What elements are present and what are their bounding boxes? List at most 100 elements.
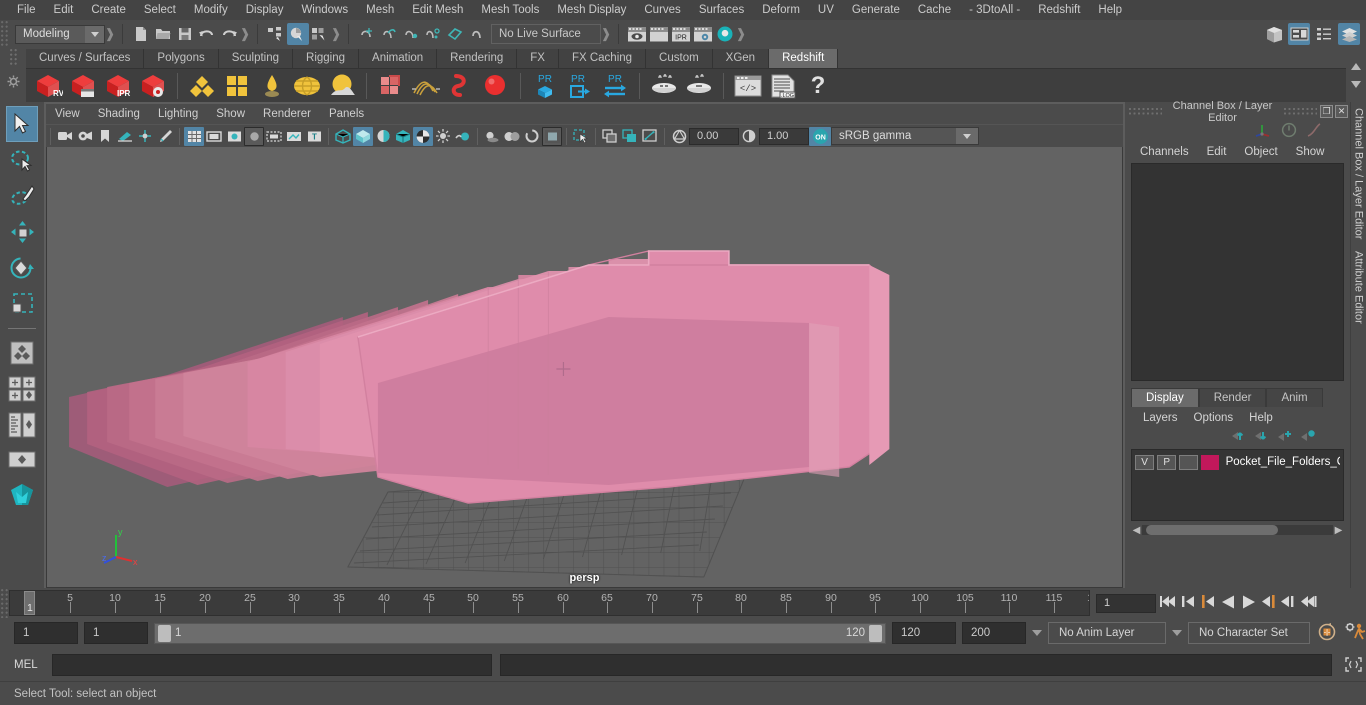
menu-item-generate[interactable]: Generate — [843, 0, 909, 20]
shelf-button-redshift-sphere[interactable] — [479, 70, 513, 102]
two-d-pan-zoom-icon[interactable] — [135, 127, 155, 146]
viewport-menu-panels[interactable]: Panels — [320, 104, 373, 124]
bookmark-icon[interactable] — [95, 127, 115, 146]
gate-mask-icon[interactable] — [244, 126, 264, 146]
menu-item-file[interactable]: File — [8, 0, 45, 20]
live-surface-field[interactable]: No Live Surface — [491, 24, 601, 44]
textured-mode-icon[interactable] — [413, 126, 433, 146]
layer-color-swatch[interactable] — [1201, 454, 1219, 470]
render-frame-icon[interactable] — [648, 23, 670, 45]
redo-icon[interactable] — [218, 23, 240, 45]
new-layer-from-selected-icon[interactable] — [1300, 429, 1316, 445]
gamma-field[interactable]: 1.00 — [759, 127, 809, 145]
layer-tab-anim[interactable]: Anim — [1266, 388, 1323, 407]
command-input-field[interactable] — [52, 653, 492, 676]
lasso-select-tool-button[interactable] — [6, 142, 38, 178]
menu-item-mesh-tools[interactable]: Mesh Tools — [472, 0, 548, 20]
shelf-options-gear-icon[interactable] — [7, 75, 20, 91]
viewport-menu-view[interactable]: View — [46, 104, 89, 124]
range-end-handle[interactable] — [869, 624, 882, 642]
snap-view-plane-icon[interactable] — [444, 23, 466, 45]
xray-icon[interactable] — [284, 127, 304, 146]
shelf-button-redshift-proxy-export[interactable]: PR — [528, 70, 562, 102]
perspective-viewport[interactable]: y x z persp — [46, 147, 1123, 588]
step-forward-key-icon[interactable] — [1260, 594, 1277, 612]
anim-layer-field[interactable]: No Anim Layer — [1048, 622, 1166, 644]
shelf-grip[interactable] — [8, 48, 18, 66]
chevron-down-icon[interactable] — [956, 128, 978, 144]
select-by-hierarchy-icon[interactable] — [265, 23, 287, 45]
four-view-layout-button[interactable] — [6, 371, 38, 407]
gamma-icon[interactable] — [739, 127, 759, 146]
scale-tool-button[interactable] — [6, 286, 38, 322]
channel-box-menu-channels[interactable]: Channels — [1131, 146, 1198, 158]
layer-visibility-toggle[interactable]: V — [1135, 454, 1155, 470]
render-view-icon[interactable] — [626, 23, 648, 45]
new-layer-icon[interactable] — [1277, 429, 1293, 445]
layer-name[interactable]: Pocket_File_Folders_O — [1226, 456, 1340, 468]
resolution-gate-icon[interactable] — [224, 127, 244, 146]
move-tool-button[interactable] — [6, 214, 38, 250]
auto-key-icon[interactable]: -|- — [1316, 622, 1338, 645]
menu-item-curves[interactable]: Curves — [635, 0, 689, 20]
snap-grid-icon[interactable] — [356, 23, 378, 45]
menu-item-select[interactable]: Select — [135, 0, 185, 20]
shelf-button-redshift-render-sequence[interactable] — [66, 70, 100, 102]
ambient-occlusion-icon[interactable] — [502, 127, 522, 146]
layer-list[interactable]: V P Pocket_File_Folders_O — [1131, 449, 1344, 521]
ipr-render-icon[interactable]: IPR — [670, 23, 692, 45]
menu-item-redshift[interactable]: Redshift — [1029, 0, 1089, 20]
time-slider-grip[interactable] — [0, 588, 9, 618]
shelf-tab-redshift[interactable]: Redshift — [769, 49, 839, 68]
channel-speed-icon[interactable] — [1281, 122, 1297, 141]
layer-shading-toggle[interactable] — [1179, 454, 1199, 470]
animation-end-field[interactable]: 200 — [962, 622, 1026, 644]
shelf-button-redshift-hair[interactable] — [409, 70, 443, 102]
shelf-button-redshift-script-editor[interactable]: </> — [731, 70, 765, 102]
range-start-field[interactable]: 1 — [84, 622, 148, 644]
shelf-scroll-down-icon[interactable] — [1351, 77, 1361, 91]
shelf-button-redshift-material-blender[interactable] — [220, 70, 254, 102]
channel-box-menu-object[interactable]: Object — [1235, 146, 1286, 158]
range-start-handle[interactable] — [158, 624, 171, 642]
xray-active-components-icon[interactable] — [620, 127, 640, 146]
shelf-button-redshift-sprite[interactable] — [325, 70, 359, 102]
section-collapse-icon-5[interactable]: ❱ — [736, 23, 747, 45]
step-back-frame-icon[interactable] — [1181, 594, 1197, 612]
undock-panel-button[interactable]: ❐ — [1320, 105, 1333, 118]
film-gate-mask-icon[interactable] — [264, 127, 284, 146]
channel-box-menu-edit[interactable]: Edit — [1198, 146, 1236, 158]
layer-tab-render[interactable]: Render — [1198, 388, 1267, 407]
channel-box-menu-show[interactable]: Show — [1287, 146, 1334, 158]
rotate-tool-button[interactable] — [6, 250, 38, 286]
channel-curve-icon[interactable] — [1306, 122, 1322, 141]
exposure-field[interactable]: 0.00 — [689, 127, 739, 145]
move-layer-down-icon[interactable] — [1254, 429, 1270, 445]
shelf-tab-polygons[interactable]: Polygons — [144, 49, 219, 68]
time-slider[interactable]: 1 5 10 15 20 25 30 35 40 45 50 55 60 65 … — [9, 590, 1090, 616]
section-collapse-icon-4[interactable]: ❱ — [601, 23, 612, 45]
current-frame-field[interactable]: 1 — [1096, 593, 1156, 613]
shelf-tab-custom[interactable]: Custom — [646, 49, 713, 68]
snap-point-icon[interactable] — [400, 23, 422, 45]
exposure-reset-icon[interactable] — [640, 127, 660, 146]
step-forward-frame-icon[interactable] — [1280, 594, 1296, 612]
menu-item-surfaces[interactable]: Surfaces — [690, 0, 753, 20]
color-management-toggle[interactable]: ON — [809, 126, 831, 146]
shelf-tab-fx-caching[interactable]: FX Caching — [558, 49, 647, 68]
play-forwards-icon[interactable] — [1240, 594, 1257, 613]
xray-joints-icon[interactable] — [600, 127, 620, 146]
snap-curve-icon[interactable] — [378, 23, 400, 45]
layer-row[interactable]: V P Pocket_File_Folders_O — [1132, 452, 1343, 472]
save-scene-icon[interactable] — [174, 23, 196, 45]
viewport-menu-show[interactable]: Show — [207, 104, 254, 124]
shelf-button-redshift-sub-surface[interactable] — [290, 70, 324, 102]
go-to-end-icon[interactable] — [1299, 594, 1318, 612]
menu-item-deform[interactable]: Deform — [753, 0, 809, 20]
wireframe-shading-icon[interactable] — [333, 127, 353, 146]
shelf-tab-sculpting[interactable]: Sculpting — [218, 49, 294, 68]
shelf-scroll-up-icon[interactable] — [1351, 59, 1361, 73]
shelf-button-redshift-proxy-import[interactable]: PR — [563, 70, 597, 102]
chevron-down-icon[interactable] — [85, 25, 104, 43]
shadows-icon[interactable] — [482, 127, 502, 146]
